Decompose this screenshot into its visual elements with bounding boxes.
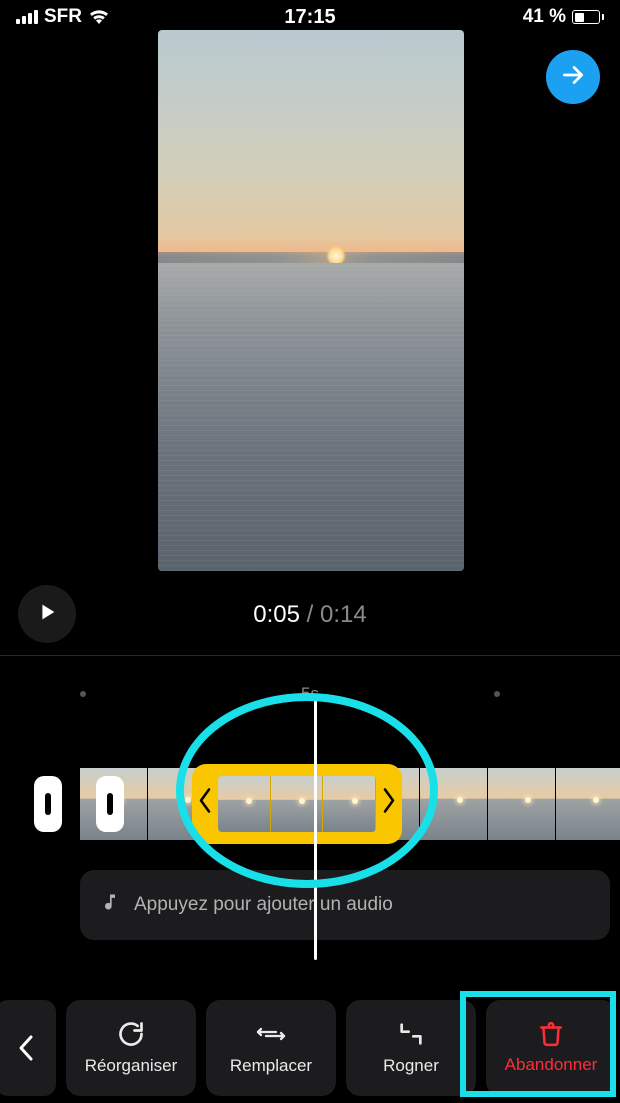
ruler-dot bbox=[80, 691, 86, 697]
time-current: 0:05 bbox=[253, 601, 300, 628]
chevron-left-icon[interactable] bbox=[198, 787, 212, 822]
time-separator: / bbox=[300, 601, 320, 628]
add-audio-button[interactable]: Appuyez pour ajouter un audio bbox=[80, 870, 610, 940]
clock: 17:15 bbox=[284, 6, 335, 29]
timeline-ruler: 5s bbox=[0, 680, 620, 708]
crop-label: Rogner bbox=[383, 1056, 439, 1076]
playhead[interactable] bbox=[314, 700, 317, 960]
timeline-frame[interactable] bbox=[488, 768, 556, 840]
replace-label: Remplacer bbox=[230, 1056, 312, 1076]
trash-icon bbox=[538, 1021, 564, 1047]
discard-label: Abandonner bbox=[505, 1055, 598, 1075]
trim-selection[interactable] bbox=[192, 764, 402, 844]
play-icon bbox=[36, 601, 58, 628]
timeline-frame[interactable] bbox=[420, 768, 488, 840]
divider bbox=[0, 655, 620, 656]
bottom-toolbar: Réorganiser Remplacer Rogner Abandonner bbox=[0, 993, 620, 1103]
status-right: 41 % bbox=[523, 6, 604, 28]
carrier-label: SFR bbox=[44, 6, 82, 28]
battery-icon bbox=[572, 10, 604, 24]
time-display: 0:05 / 0:14 bbox=[253, 601, 366, 629]
crop-button[interactable]: Rogner bbox=[346, 1000, 476, 1096]
time-total: 0:14 bbox=[320, 601, 367, 628]
video-preview[interactable] bbox=[158, 30, 464, 571]
status-left: SFR bbox=[16, 6, 110, 28]
trim-preview bbox=[218, 776, 376, 832]
timeline-frame[interactable] bbox=[556, 768, 620, 840]
chevron-left-icon bbox=[17, 1033, 35, 1063]
reorganize-button[interactable]: Réorganiser bbox=[66, 1000, 196, 1096]
ruler-dot bbox=[494, 691, 500, 697]
preview-image bbox=[158, 30, 464, 571]
add-audio-label: Appuyez pour ajouter un audio bbox=[134, 894, 393, 916]
music-note-icon bbox=[100, 892, 120, 918]
play-button[interactable] bbox=[18, 585, 76, 643]
crop-icon bbox=[397, 1020, 425, 1048]
cellular-signal-icon bbox=[16, 10, 38, 24]
discard-button[interactable]: Abandonner bbox=[486, 1000, 616, 1096]
arrow-right-icon bbox=[560, 62, 586, 93]
replace-button[interactable]: Remplacer bbox=[206, 1000, 336, 1096]
wifi-icon bbox=[88, 9, 110, 25]
swap-icon bbox=[256, 1020, 286, 1048]
timeline[interactable] bbox=[0, 760, 620, 848]
clip-handle[interactable] bbox=[96, 776, 124, 832]
clip-handle[interactable] bbox=[34, 776, 62, 832]
reload-icon bbox=[117, 1020, 145, 1048]
status-bar: SFR 17:15 41 % bbox=[0, 0, 620, 34]
playback-row: 0:05 / 0:14 bbox=[0, 585, 620, 645]
next-button[interactable] bbox=[546, 50, 600, 104]
reorganize-label: Réorganiser bbox=[85, 1056, 178, 1076]
back-button[interactable] bbox=[0, 1000, 56, 1096]
chevron-right-icon[interactable] bbox=[382, 787, 396, 822]
battery-text: 41 % bbox=[523, 6, 566, 28]
